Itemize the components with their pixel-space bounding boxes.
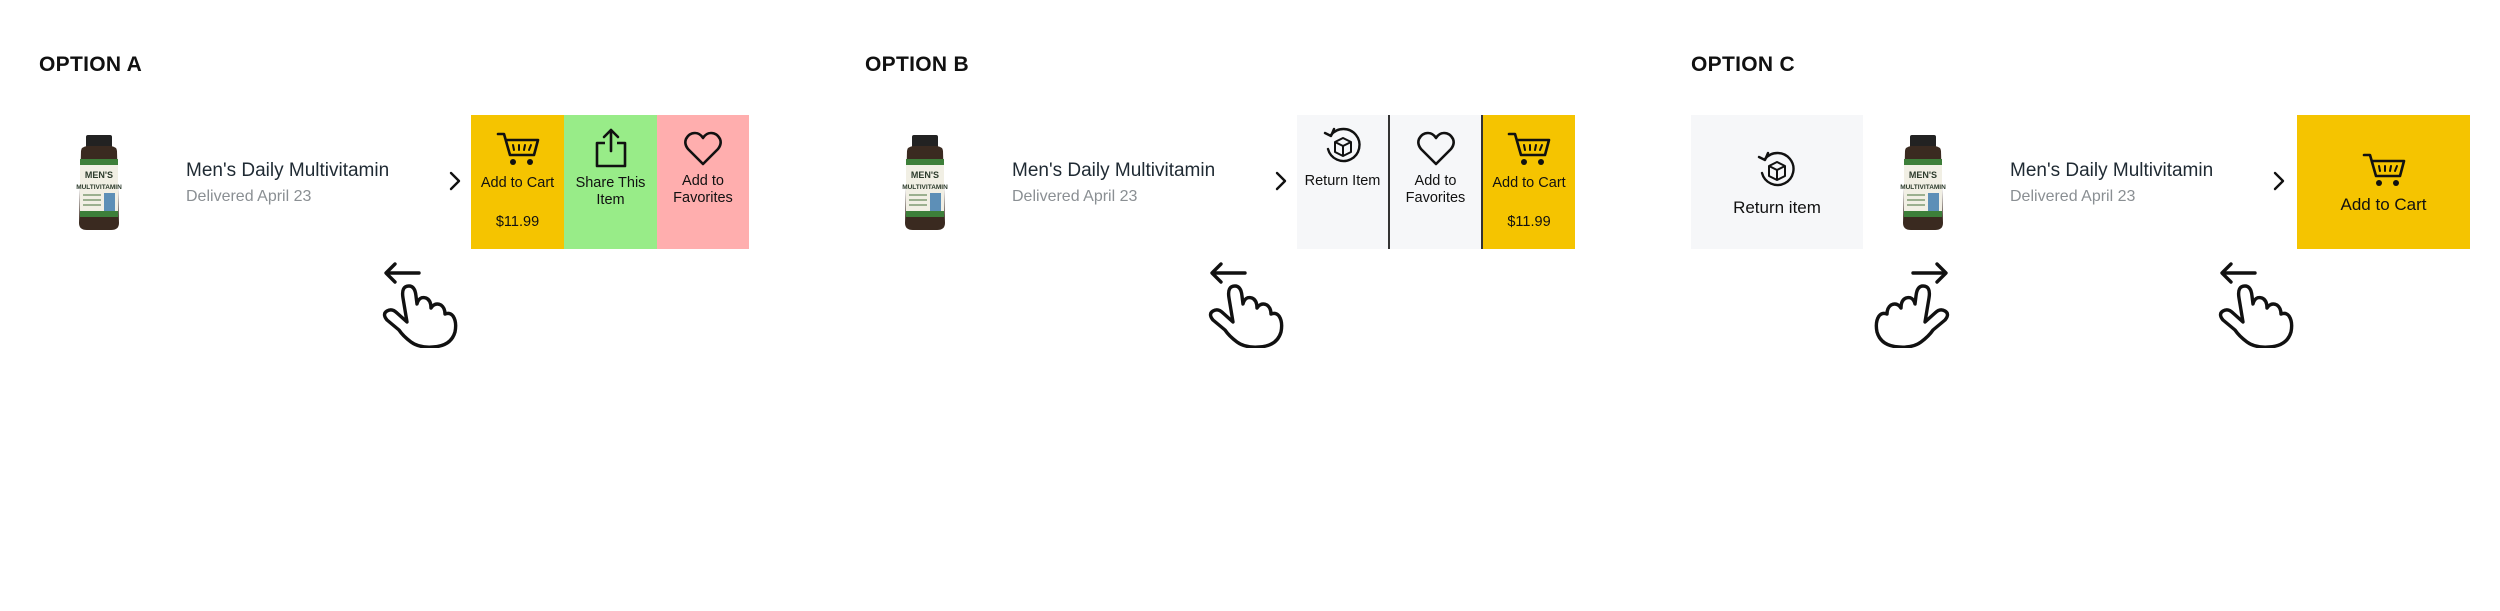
- action-label: Return item: [1733, 197, 1821, 217]
- heart-icon: [1416, 131, 1456, 167]
- product-name[interactable]: Men's Daily Multivitamin: [1012, 160, 1215, 182]
- swipe-right-gesture-icon: [1869, 258, 1959, 348]
- product-image: [899, 133, 951, 233]
- option-b-title: OPTION B: [865, 53, 969, 76]
- product-name[interactable]: Men's Daily Multivitamin: [186, 160, 389, 182]
- add-to-favorites-button[interactable]: Add to Favorites: [657, 115, 749, 249]
- action-label: Add to Cart: [480, 175, 555, 191]
- action-label: Add to Cart: [2340, 194, 2427, 214]
- action-label: Add to Favorites: [673, 173, 733, 206]
- action-label: Add to Cart: [1492, 175, 1566, 191]
- option-c-title: OPTION C: [1691, 53, 1795, 76]
- product-name[interactable]: Men's Daily Multivitamin: [2010, 160, 2213, 182]
- price: $11.99: [495, 214, 540, 230]
- cart-icon: [1507, 131, 1551, 167]
- cart-icon: [496, 131, 540, 167]
- action-label: Share This Item: [575, 175, 646, 208]
- product-image: [1897, 133, 1949, 233]
- add-to-favorites-button[interactable]: Add to Favorites: [1390, 115, 1483, 249]
- cart-icon: [2362, 152, 2406, 188]
- chevron-right-icon[interactable]: [448, 171, 462, 191]
- price: $11.99: [1507, 214, 1551, 230]
- chevron-right-icon[interactable]: [2272, 171, 2286, 191]
- heart-icon: [683, 131, 723, 167]
- return-box-icon: [1755, 149, 1799, 193]
- share-item-button[interactable]: Share This Item: [564, 115, 657, 249]
- product-image: [73, 133, 125, 233]
- action-label: Return Item: [1304, 173, 1381, 189]
- action-label: Add to Favorites: [1405, 173, 1466, 206]
- chevron-right-icon[interactable]: [1274, 171, 1288, 191]
- swipe-left-gesture-icon: [2209, 258, 2299, 348]
- share-icon: [593, 127, 629, 169]
- return-item-button[interactable]: Return item: [1691, 115, 1863, 249]
- return-item-button[interactable]: Return Item: [1297, 115, 1390, 249]
- return-box-icon: [1321, 125, 1365, 169]
- add-to-cart-button[interactable]: Add to Cart $11.99: [1483, 115, 1575, 249]
- add-to-cart-button[interactable]: Add to Cart: [2297, 115, 2470, 249]
- add-to-cart-button[interactable]: Add to Cart $11.99: [471, 115, 564, 249]
- delivery-status: Delivered April 23: [2010, 188, 2136, 205]
- swipe-left-gesture-icon: [373, 258, 463, 348]
- delivery-status: Delivered April 23: [186, 188, 312, 205]
- swipe-left-gesture-icon: [1199, 258, 1289, 348]
- option-a-title: OPTION A: [39, 53, 143, 76]
- delivery-status: Delivered April 23: [1012, 188, 1138, 205]
